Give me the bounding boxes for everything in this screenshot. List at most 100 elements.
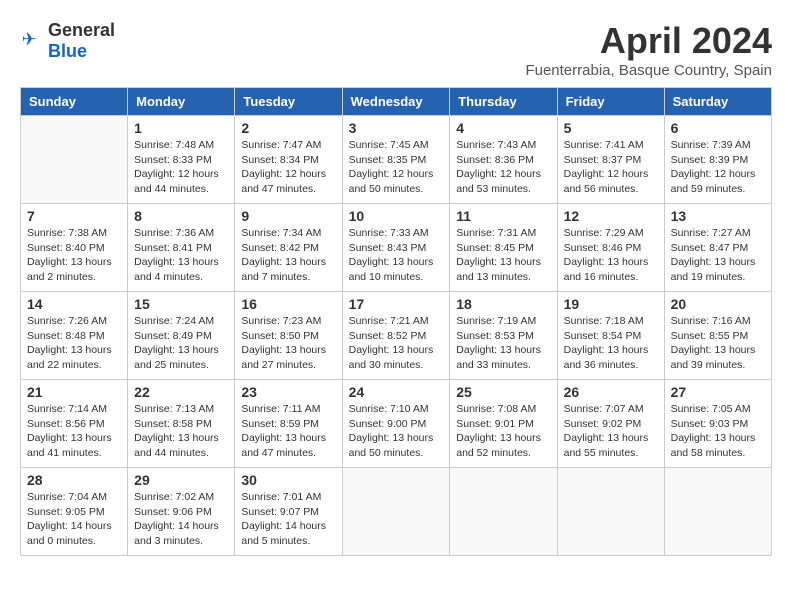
calendar-day-cell: 10Sunrise: 7:33 AMSunset: 8:43 PMDayligh… xyxy=(342,204,450,292)
day-number: 8 xyxy=(134,208,228,224)
day-number: 15 xyxy=(134,296,228,312)
calendar-day-cell: 26 Sunrise: 7:07 AMSunset: 9:02 PMDayligh… xyxy=(557,380,664,468)
calendar-day-cell: 9 Sunrise: 7:34 AMSunset: 8:42 PMDaylight… xyxy=(235,204,342,292)
location-subtitle: Fuenterrabia, Basque Country, Spain xyxy=(525,62,772,79)
calendar-day-cell: 22 Sunrise: 7:13 AMSunset: 8:58 PMDayligh… xyxy=(128,380,235,468)
calendar-day-cell: 17Sunrise: 7:21 AMSunset: 8:52 PMDayligh… xyxy=(342,292,450,380)
calendar-day-cell xyxy=(557,468,664,556)
day-number: 22 xyxy=(134,384,228,400)
day-info: Sunrise: 7:47 AMSunset: 8:34 PMDaylight:… xyxy=(241,138,335,197)
day-of-week-header: Friday xyxy=(557,88,664,116)
day-info: Sunrise: 7:41 AMSunset: 8:37 PMDaylight:… xyxy=(564,138,658,197)
page-header: ✈ General Blue April 2024 Fuenterrabia, … xyxy=(20,20,772,79)
day-info: Sunrise: 7:38 AMSunset: 8:40 PMDaylight:… xyxy=(27,226,121,285)
logo: ✈ General Blue xyxy=(20,20,115,62)
calendar-day-cell: 29 Sunrise: 7:02 AMSunset: 9:06 PMDayligh… xyxy=(128,468,235,556)
day-number: 26 xyxy=(564,384,658,400)
calendar-day-cell: 16Sunrise: 7:23 AMSunset: 8:50 PMDayligh… xyxy=(235,292,342,380)
day-info: Sunrise: 7:24 AMSunset: 8:49 PMDaylight:… xyxy=(134,314,228,373)
calendar-day-cell xyxy=(450,468,557,556)
calendar-day-cell: 24 Sunrise: 7:10 AMSunset: 9:00 PMDayligh… xyxy=(342,380,450,468)
day-info: Sunrise: 7:36 AMSunset: 8:41 PMDaylight:… xyxy=(134,226,228,285)
calendar-day-cell: 3 Sunrise: 7:45 AMSunset: 8:35 PMDaylight… xyxy=(342,116,450,204)
day-number: 24 xyxy=(349,384,444,400)
day-info: Sunrise: 7:39 AMSunset: 8:39 PMDaylight:… xyxy=(671,138,765,197)
calendar-day-cell: 4 Sunrise: 7:43 AMSunset: 8:36 PMDaylight… xyxy=(450,116,557,204)
day-info: Sunrise: 7:05 AMSunset: 9:03 PMDaylight:… xyxy=(671,402,765,461)
calendar-day-cell: 5 Sunrise: 7:41 AMSunset: 8:37 PMDaylight… xyxy=(557,116,664,204)
day-info: Sunrise: 7:14 AMSunset: 8:56 PMDaylight:… xyxy=(27,402,121,461)
day-of-week-header: Sunday xyxy=(21,88,128,116)
day-number: 7 xyxy=(27,208,121,224)
calendar-day-cell: 11Sunrise: 7:31 AMSunset: 8:45 PMDayligh… xyxy=(450,204,557,292)
day-info: Sunrise: 7:27 AMSunset: 8:47 PMDaylight:… xyxy=(671,226,765,285)
day-info: Sunrise: 7:07 AMSunset: 9:02 PMDaylight:… xyxy=(564,402,658,461)
day-info: Sunrise: 7:48 AMSunset: 8:33 PMDaylight:… xyxy=(134,138,228,197)
calendar-day-cell: 28Sunrise: 7:04 AMSunset: 9:05 PMDayligh… xyxy=(21,468,128,556)
day-info: Sunrise: 7:16 AMSunset: 8:55 PMDaylight:… xyxy=(671,314,765,373)
day-info: Sunrise: 7:18 AMSunset: 8:54 PMDaylight:… xyxy=(564,314,658,373)
calendar-week-row: 21 Sunrise: 7:14 AMSunset: 8:56 PMDayligh… xyxy=(21,380,772,468)
day-number: 19 xyxy=(564,296,658,312)
calendar-day-cell: 2 Sunrise: 7:47 AMSunset: 8:34 PMDaylight… xyxy=(235,116,342,204)
day-info: Sunrise: 7:43 AMSunset: 8:36 PMDaylight:… xyxy=(456,138,550,197)
calendar-header-row: SundayMondayTuesdayWednesdayThursdayFrid… xyxy=(21,88,772,116)
logo-general: General xyxy=(48,20,115,40)
calendar-day-cell: 7 Sunrise: 7:38 AMSunset: 8:40 PMDaylight… xyxy=(21,204,128,292)
day-number: 4 xyxy=(456,120,550,136)
day-of-week-header: Thursday xyxy=(450,88,557,116)
calendar-day-cell: 23 Sunrise: 7:11 AMSunset: 8:59 PMDayligh… xyxy=(235,380,342,468)
calendar-day-cell: 30 Sunrise: 7:01 AMSunset: 9:07 PMDayligh… xyxy=(235,468,342,556)
calendar-day-cell: 19 Sunrise: 7:18 AMSunset: 8:54 PMDayligh… xyxy=(557,292,664,380)
day-info: Sunrise: 7:10 AMSunset: 9:00 PMDaylight:… xyxy=(349,402,444,461)
day-number: 28 xyxy=(27,472,121,488)
day-number: 29 xyxy=(134,472,228,488)
logo-text: General Blue xyxy=(48,20,115,62)
calendar-day-cell xyxy=(664,468,771,556)
svg-text:✈: ✈ xyxy=(22,29,37,49)
day-info: Sunrise: 7:26 AMSunset: 8:48 PMDaylight:… xyxy=(27,314,121,373)
calendar-day-cell: 21 Sunrise: 7:14 AMSunset: 8:56 PMDayligh… xyxy=(21,380,128,468)
day-number: 3 xyxy=(349,120,444,136)
day-number: 23 xyxy=(241,384,335,400)
day-number: 25 xyxy=(456,384,550,400)
calendar-week-row: 14Sunrise: 7:26 AMSunset: 8:48 PMDayligh… xyxy=(21,292,772,380)
day-number: 13 xyxy=(671,208,765,224)
calendar-week-row: 28Sunrise: 7:04 AMSunset: 9:05 PMDayligh… xyxy=(21,468,772,556)
day-number: 27 xyxy=(671,384,765,400)
day-info: Sunrise: 7:11 AMSunset: 8:59 PMDaylight:… xyxy=(241,402,335,461)
calendar-week-row: 7 Sunrise: 7:38 AMSunset: 8:40 PMDaylight… xyxy=(21,204,772,292)
logo-icon: ✈ xyxy=(20,29,44,53)
day-info: Sunrise: 7:33 AMSunset: 8:43 PMDaylight:… xyxy=(349,226,444,285)
day-number: 21 xyxy=(27,384,121,400)
day-number: 9 xyxy=(241,208,335,224)
month-year-title: April 2024 xyxy=(525,20,772,62)
calendar-table: SundayMondayTuesdayWednesdayThursdayFrid… xyxy=(20,87,772,556)
day-of-week-header: Saturday xyxy=(664,88,771,116)
day-info: Sunrise: 7:29 AMSunset: 8:46 PMDaylight:… xyxy=(564,226,658,285)
calendar-day-cell: 14Sunrise: 7:26 AMSunset: 8:48 PMDayligh… xyxy=(21,292,128,380)
calendar-day-cell: 18Sunrise: 7:19 AMSunset: 8:53 PMDayligh… xyxy=(450,292,557,380)
calendar-day-cell: 12Sunrise: 7:29 AMSunset: 8:46 PMDayligh… xyxy=(557,204,664,292)
day-info: Sunrise: 7:02 AMSunset: 9:06 PMDaylight:… xyxy=(134,490,228,549)
day-number: 6 xyxy=(671,120,765,136)
day-number: 16 xyxy=(241,296,335,312)
day-info: Sunrise: 7:01 AMSunset: 9:07 PMDaylight:… xyxy=(241,490,335,549)
day-info: Sunrise: 7:08 AMSunset: 9:01 PMDaylight:… xyxy=(456,402,550,461)
day-info: Sunrise: 7:34 AMSunset: 8:42 PMDaylight:… xyxy=(241,226,335,285)
title-section: April 2024 Fuenterrabia, Basque Country,… xyxy=(525,20,772,79)
day-number: 5 xyxy=(564,120,658,136)
day-info: Sunrise: 7:13 AMSunset: 8:58 PMDaylight:… xyxy=(134,402,228,461)
day-number: 30 xyxy=(241,472,335,488)
day-number: 11 xyxy=(456,208,550,224)
day-number: 2 xyxy=(241,120,335,136)
day-of-week-header: Wednesday xyxy=(342,88,450,116)
day-info: Sunrise: 7:21 AMSunset: 8:52 PMDaylight:… xyxy=(349,314,444,373)
calendar-day-cell: 20 Sunrise: 7:16 AMSunset: 8:55 PMDayligh… xyxy=(664,292,771,380)
calendar-day-cell: 25 Sunrise: 7:08 AMSunset: 9:01 PMDayligh… xyxy=(450,380,557,468)
day-info: Sunrise: 7:45 AMSunset: 8:35 PMDaylight:… xyxy=(349,138,444,197)
day-number: 20 xyxy=(671,296,765,312)
calendar-day-cell: 8 Sunrise: 7:36 AMSunset: 8:41 PMDaylight… xyxy=(128,204,235,292)
calendar-day-cell xyxy=(21,116,128,204)
calendar-day-cell: 15 Sunrise: 7:24 AMSunset: 8:49 PMDayligh… xyxy=(128,292,235,380)
